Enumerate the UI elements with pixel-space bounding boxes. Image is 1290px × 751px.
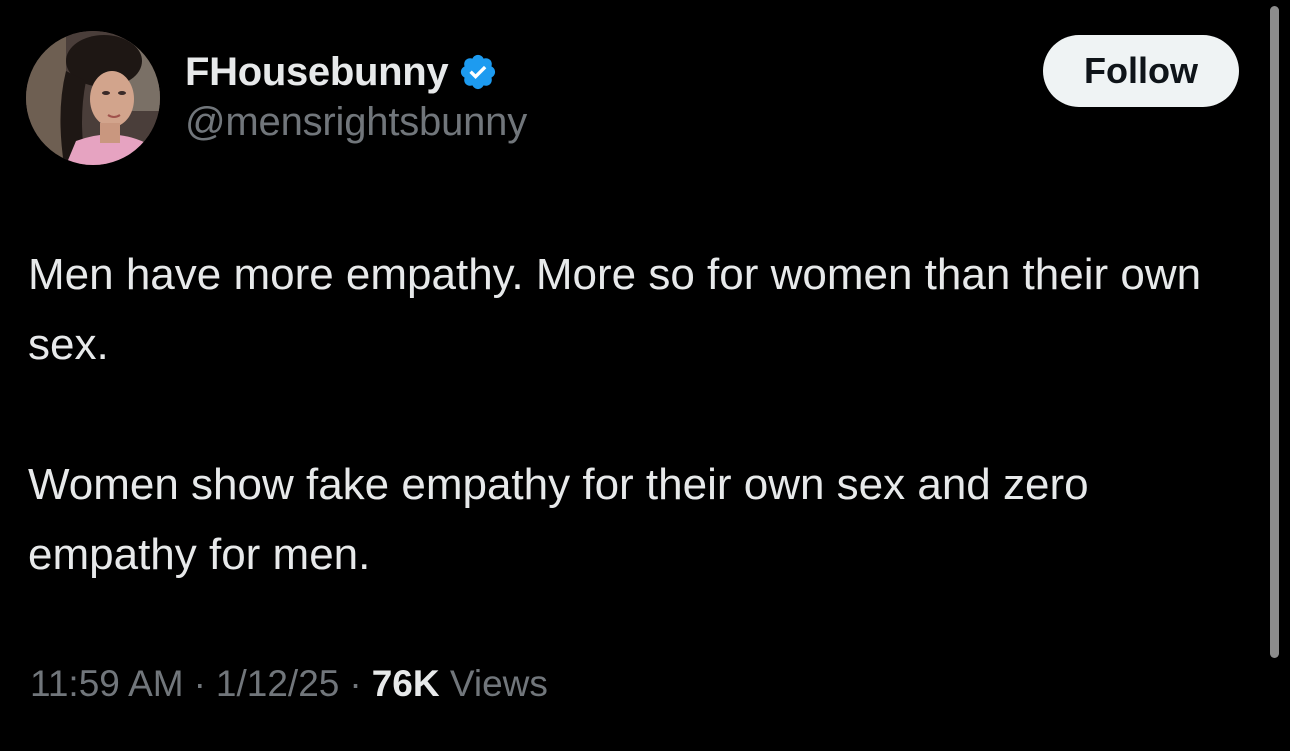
author-name-row[interactable]: FHousebunny	[185, 44, 498, 100]
avatar[interactable]	[26, 31, 160, 165]
separator: ·	[349, 663, 362, 704]
tweet-paragraph: Men have more empathy. More so for women…	[28, 250, 1202, 369]
views-label: Views	[449, 663, 548, 704]
follow-button[interactable]: Follow	[1043, 35, 1239, 107]
tweet-paragraph: Women show fake empathy for their own se…	[28, 460, 1089, 579]
separator: ·	[193, 663, 206, 704]
display-name[interactable]: FHousebunny	[185, 50, 449, 95]
tweet-card: FHousebunny @mensrightsbunny Follow Men …	[0, 0, 1290, 751]
tweet-date[interactable]: 1/12/25	[216, 663, 339, 704]
scrollbar[interactable]	[1270, 6, 1279, 658]
views-count[interactable]: 76K	[372, 663, 440, 704]
verified-badge-icon	[458, 52, 498, 92]
tweet-text: Men have more empathy. More so for women…	[28, 240, 1263, 590]
tweet-metadata: 11:59 AM · 1/12/25 · 76K Views	[30, 663, 548, 705]
author-handle[interactable]: @mensrightsbunny	[185, 100, 527, 145]
tweet-time[interactable]: 11:59 AM	[30, 663, 184, 704]
avatar-image	[26, 31, 160, 165]
